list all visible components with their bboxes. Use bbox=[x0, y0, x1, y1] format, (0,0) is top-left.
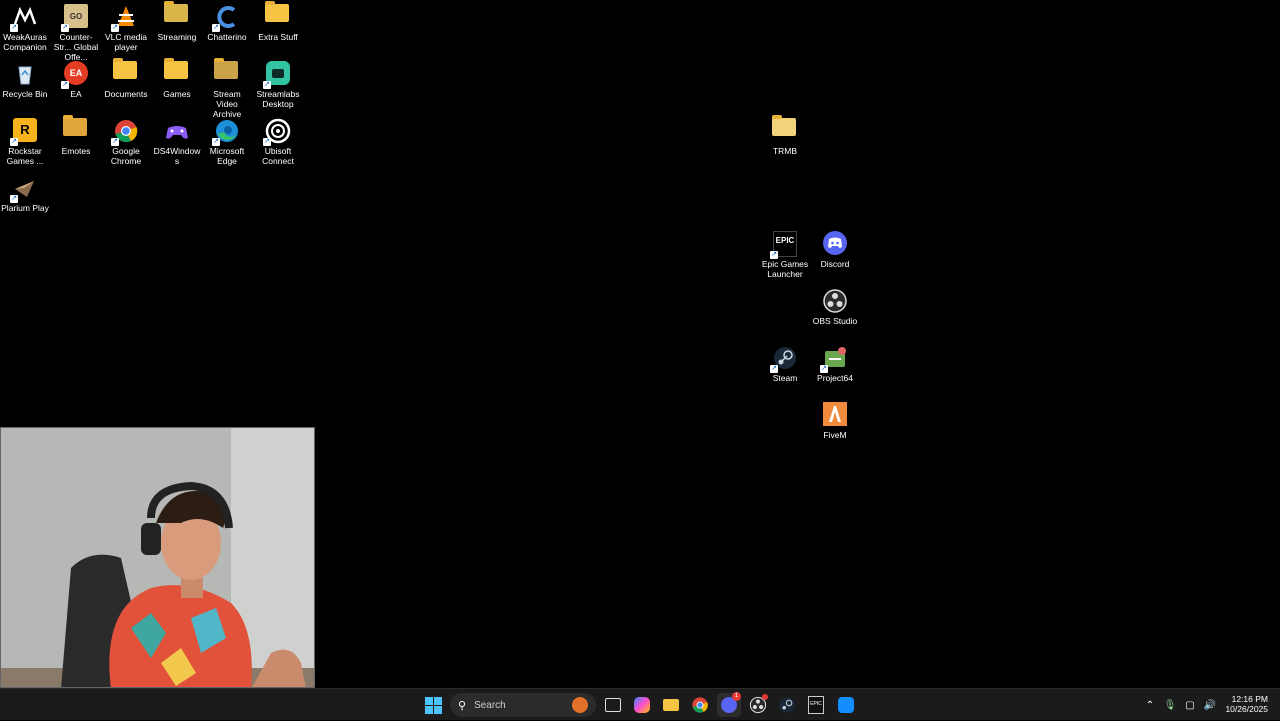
task-view-icon[interactable] bbox=[601, 693, 625, 717]
epic-games-icon: EPIC ↗ bbox=[770, 231, 798, 259]
file-explorer-icon[interactable] bbox=[659, 693, 683, 717]
discord-icon bbox=[822, 231, 848, 257]
clock-time: 12:16 PM bbox=[1231, 694, 1268, 704]
rockstar-icon: R ↗ bbox=[10, 118, 38, 146]
windows-logo-icon bbox=[424, 696, 442, 714]
desktop-icon-documents[interactable]: Documents bbox=[101, 57, 151, 99]
desktop-icon-obs-studio[interactable]: OBS Studio bbox=[810, 284, 860, 326]
taskbar-discord-button[interactable]: 1 bbox=[717, 692, 741, 717]
desktop-icon-recycle-bin[interactable]: Recycle Bin bbox=[0, 57, 50, 99]
network-icon[interactable]: ▢ bbox=[1180, 700, 1200, 711]
desktop-icon-ea[interactable]: EA ↗ EA bbox=[51, 57, 101, 99]
desktop-icon-trmb[interactable]: TRMB bbox=[760, 114, 810, 156]
microphone-icon[interactable]: 🎙 bbox=[1160, 700, 1180, 711]
steam-icon[interactable] bbox=[775, 693, 799, 717]
recording-indicator-icon bbox=[762, 694, 768, 700]
desktop-icon-steam[interactable]: ↗ Steam bbox=[760, 341, 810, 383]
desktop-icon-stream-video-archive[interactable]: Stream Video Archive bbox=[202, 57, 252, 119]
desktop-icon-chatterino[interactable]: ↗ Chatterino bbox=[202, 0, 252, 42]
search-placeholder: Search bbox=[474, 699, 506, 711]
desktop-icon-games[interactable]: Games bbox=[152, 57, 202, 99]
csgo-icon: GO ↗ bbox=[61, 4, 89, 32]
chrome-icon: ↗ bbox=[111, 118, 139, 146]
chevron-up-icon[interactable]: ⌃ bbox=[1140, 700, 1160, 711]
fivem-icon bbox=[822, 402, 848, 428]
folder-icon bbox=[63, 115, 89, 144]
steam-icon: ↗ bbox=[770, 345, 798, 373]
ea-icon: EA ↗ bbox=[61, 61, 89, 89]
edge-icon: ↗ bbox=[212, 118, 240, 146]
obs-icon bbox=[822, 288, 848, 314]
desktop-icon-csgo[interactable]: GO ↗ Counter-Str... Global Offe... bbox=[51, 0, 101, 62]
desktop-icon-plarium-play[interactable]: ↗ Plarium Play bbox=[0, 171, 50, 213]
folder-icon bbox=[265, 1, 291, 30]
chatterino-icon: ↗ bbox=[212, 4, 240, 32]
desktop-icon-vlc[interactable]: ↗ VLC media player bbox=[101, 0, 151, 52]
search-highlight-icon bbox=[572, 697, 588, 713]
folder-icon bbox=[214, 58, 240, 87]
taskbar: ⚲ Search 1 EPIC ⌃ 🎙 ▢ 🔊 12:16 PM 10/26/2… bbox=[0, 688, 1280, 720]
streamlabs-icon: ↗ bbox=[263, 61, 291, 89]
clock-date: 10/26/2025 bbox=[1225, 704, 1268, 714]
desktop-icon-microsoft-edge[interactable]: ↗ Microsoft Edge bbox=[202, 114, 252, 166]
folder-icon bbox=[164, 1, 190, 30]
project64-icon: ↗ bbox=[820, 345, 848, 373]
discord-badge: 1 bbox=[732, 692, 741, 701]
desktop-icon-ubisoft-connect[interactable]: ↗ Ubisoft Connect bbox=[253, 114, 303, 166]
webcam-person-image bbox=[1, 428, 314, 687]
folder-icon bbox=[772, 115, 798, 144]
desktop-icon-rockstar[interactable]: R ↗ Rockstar Games ... bbox=[0, 114, 50, 166]
obs-icon[interactable] bbox=[746, 693, 770, 717]
system-tray: ⌃ 🎙 ▢ 🔊 bbox=[1140, 689, 1220, 721]
desktop-icon-project64[interactable]: ↗ Project64 bbox=[810, 341, 860, 383]
weakauras-icon: ↗ bbox=[10, 4, 38, 32]
start-button[interactable] bbox=[421, 693, 445, 717]
folder-icon bbox=[113, 58, 139, 87]
desktop-icon-google-chrome[interactable]: ↗ Google Chrome bbox=[101, 114, 151, 166]
ubisoft-icon: ↗ bbox=[263, 118, 291, 146]
taskbar-clock[interactable]: 12:16 PM 10/26/2025 bbox=[1225, 694, 1268, 714]
webcam-overlay bbox=[0, 427, 315, 688]
search-icon: ⚲ bbox=[458, 699, 467, 712]
copilot-icon[interactable] bbox=[630, 693, 654, 717]
folder-icon bbox=[164, 58, 190, 87]
recycle-bin-icon bbox=[12, 61, 38, 87]
volume-icon[interactable]: 🔊 bbox=[1200, 700, 1220, 711]
vlc-icon: ↗ bbox=[111, 4, 139, 32]
desktop-icon-weakauras[interactable]: ↗ WeakAuras Companion bbox=[0, 0, 50, 52]
desktop-icon-extra-stuff[interactable]: Extra Stuff bbox=[253, 0, 303, 42]
desktop-icon-streaming[interactable]: Streaming bbox=[152, 0, 202, 42]
epic-games-icon[interactable]: EPIC bbox=[804, 693, 828, 717]
desktop-icon-emotes[interactable]: Emotes bbox=[51, 114, 101, 156]
gamepad-icon bbox=[164, 118, 190, 144]
desktop-icon-streamlabs[interactable]: ↗ Streamlabs Desktop bbox=[253, 57, 303, 109]
desktop-icon-fivem[interactable]: FiveM bbox=[810, 398, 860, 440]
chrome-icon[interactable] bbox=[688, 693, 712, 717]
desktop-icon-ds4windows[interactable]: DS4Windows bbox=[152, 114, 202, 166]
taskbar-search[interactable]: ⚲ Search bbox=[450, 693, 596, 717]
desktop-icon-discord[interactable]: Discord bbox=[810, 227, 860, 269]
battle-net-icon[interactable] bbox=[834, 693, 858, 717]
desktop-icon-epic-games[interactable]: EPIC ↗ Epic Games Launcher bbox=[760, 227, 810, 279]
plarium-icon: ↗ bbox=[10, 175, 38, 203]
